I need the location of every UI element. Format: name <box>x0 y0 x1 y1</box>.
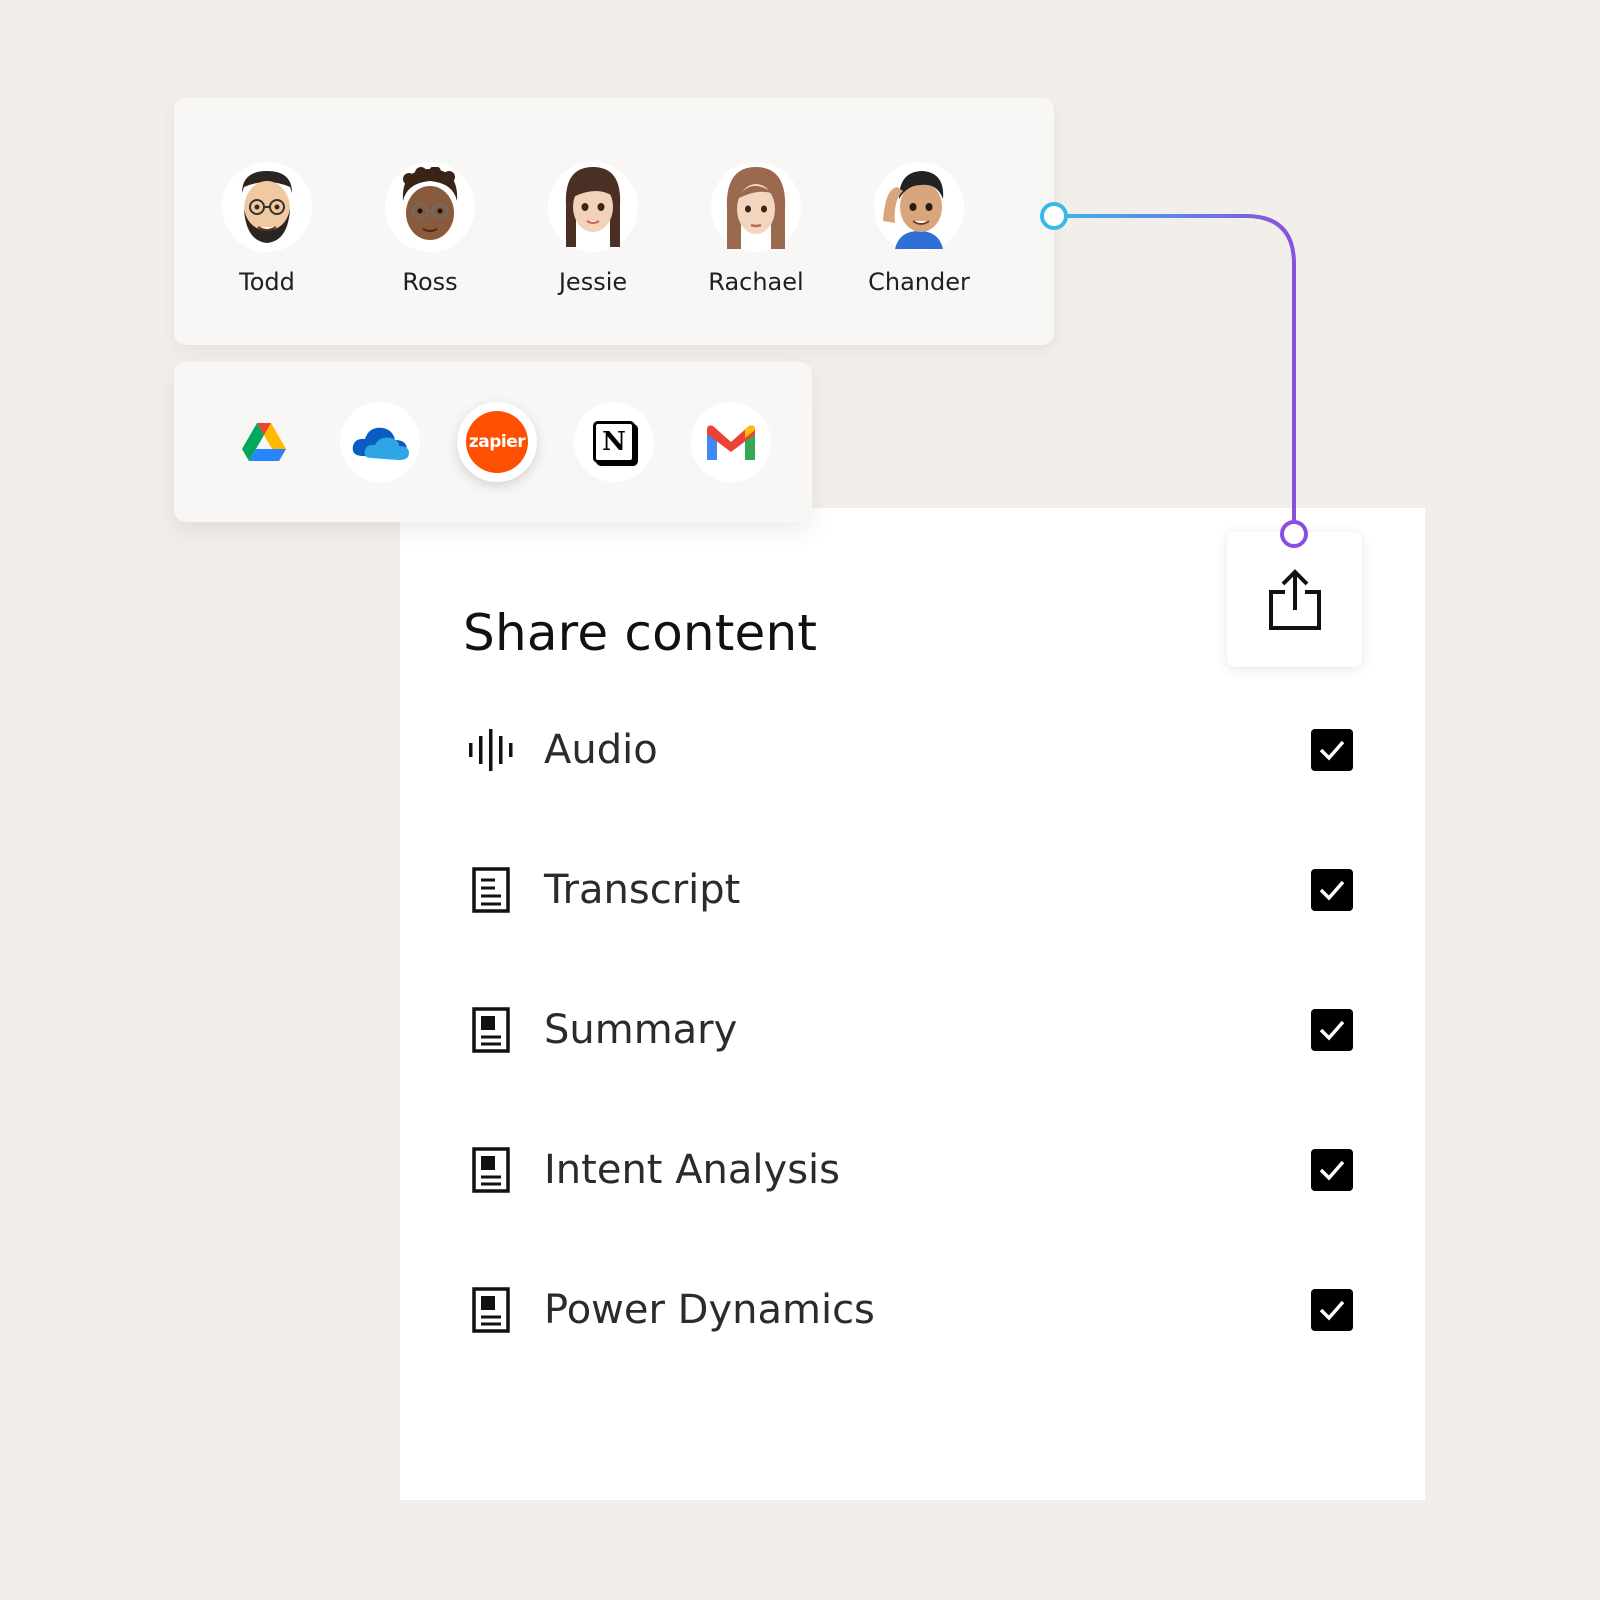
app-notion[interactable]: N <box>574 402 654 482</box>
checkmark-icon <box>1319 740 1345 761</box>
share-item-audio[interactable]: Audio <box>463 722 1353 778</box>
person-todd[interactable]: Todd <box>197 162 337 296</box>
checkmark-icon <box>1319 1160 1345 1181</box>
memoji-icon <box>726 167 786 249</box>
checkbox[interactable] <box>1311 1149 1353 1191</box>
document-icon <box>463 1002 519 1058</box>
onedrive-icon <box>352 427 409 460</box>
person-name: Ross <box>402 268 458 296</box>
avatar <box>222 162 312 252</box>
share-icon <box>1268 568 1321 630</box>
audio-waveform-icon <box>463 722 519 778</box>
person-name: Chander <box>868 268 970 296</box>
avatar <box>874 162 964 252</box>
document-icon <box>463 1142 519 1198</box>
share-title: Share content <box>463 604 818 662</box>
share-item-label: Intent Analysis <box>544 1147 840 1193</box>
app-zapier[interactable]: zapier <box>457 402 537 482</box>
person-name: Todd <box>239 268 295 296</box>
gmail-icon <box>707 425 755 460</box>
zapier-icon: zapier <box>466 411 528 473</box>
checkmark-icon <box>1319 1300 1345 1321</box>
person-name: Jessie <box>558 268 628 296</box>
zapier-logo-text: zapier <box>468 432 526 452</box>
memoji-icon <box>565 167 621 247</box>
apps-card: zapier N <box>174 362 812 522</box>
share-item-label: Audio <box>544 727 658 773</box>
share-item-transcript[interactable]: Transcript <box>463 862 1353 918</box>
avatar <box>385 162 475 252</box>
checkmark-icon <box>1319 880 1345 901</box>
app-onedrive[interactable] <box>340 402 420 482</box>
share-item-label: Summary <box>544 1007 738 1053</box>
checkbox[interactable] <box>1311 1289 1353 1331</box>
checkbox[interactable] <box>1311 869 1353 911</box>
avatar <box>711 162 801 252</box>
notion-icon: N <box>593 421 635 463</box>
memoji-icon <box>883 171 944 249</box>
person-ross[interactable]: Ross <box>360 162 500 296</box>
memoji-icon <box>402 167 458 240</box>
checkbox[interactable] <box>1311 1009 1353 1051</box>
share-item-label: Power Dynamics <box>544 1287 875 1333</box>
person-jessie[interactable]: Jessie <box>523 162 663 296</box>
document-icon <box>463 862 519 918</box>
memoji-icon <box>242 171 292 243</box>
share-item-summary[interactable]: Summary <box>463 1002 1353 1058</box>
google-drive-icon <box>242 423 286 461</box>
people-card: Todd Ross Jessie Rachael Chander <box>174 98 1054 345</box>
share-button[interactable] <box>1227 532 1362 667</box>
share-item-power-dynamics[interactable]: Power Dynamics <box>463 1282 1353 1338</box>
app-google-drive[interactable] <box>224 402 304 482</box>
checkmark-icon <box>1319 1020 1345 1041</box>
document-icon <box>463 1282 519 1338</box>
person-name: Rachael <box>708 268 804 296</box>
share-panel: Share content Audio Transcript Summary I… <box>400 508 1425 1500</box>
avatar <box>548 162 638 252</box>
app-gmail[interactable] <box>691 402 771 482</box>
person-rachael[interactable]: Rachael <box>686 162 826 296</box>
person-chander[interactable]: Chander <box>849 162 989 296</box>
checkbox[interactable] <box>1311 729 1353 771</box>
share-item-intent-analysis[interactable]: Intent Analysis <box>463 1142 1353 1198</box>
share-item-label: Transcript <box>544 867 741 913</box>
notion-logo-text: N <box>602 427 626 457</box>
